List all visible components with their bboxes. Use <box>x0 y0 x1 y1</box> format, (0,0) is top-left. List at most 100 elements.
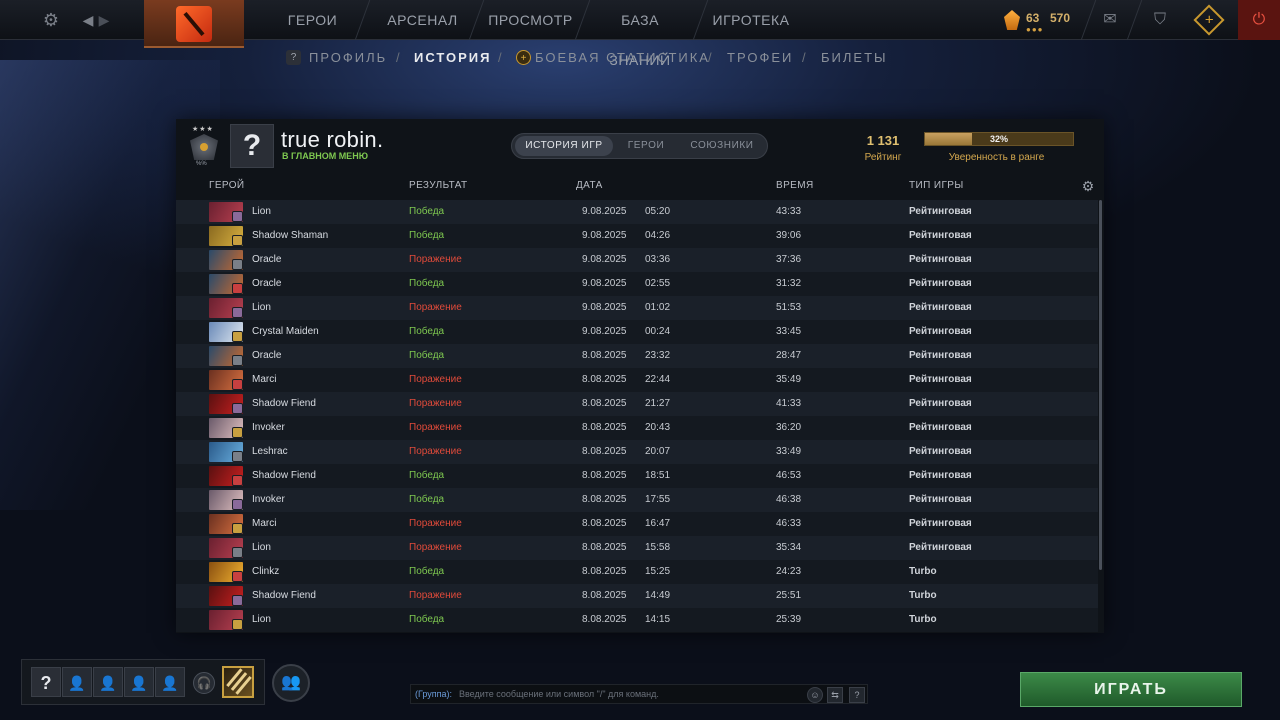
tab-tickets[interactable]: БИЛЕТЫ <box>821 50 888 65</box>
power-button[interactable]: ⏻ <box>1238 0 1280 40</box>
table-row[interactable]: Lion Поражение 9.08.2025 01:02 51:53 Рейтинго… <box>176 296 1098 320</box>
match-result: Поражение <box>409 422 462 433</box>
nav-learn[interactable]: БАЗА ЗНАНИЙ <box>592 0 688 68</box>
table-row[interactable]: Lion Поражение 8.08.2025 15:58 35:34 Рейтинго… <box>176 536 1098 560</box>
match-duration: 46:38 <box>776 494 802 505</box>
match-result: Победа <box>409 206 445 217</box>
match-result: Победа <box>409 278 445 289</box>
party-slot-empty[interactable]: 👤 <box>155 667 185 697</box>
match-history-panel: ★★★ %% ? true robin. В ГЛАВНОМ МЕНЮ ИСТО… <box>176 119 1104 633</box>
game-type: Рейтинговая <box>909 302 972 313</box>
hero-name: Shadow Fiend <box>252 590 316 601</box>
table-row[interactable]: Oracle Победа 9.08.2025 02:55 31:32 Рейтингов… <box>176 272 1098 296</box>
game-type: Рейтинговая <box>909 350 972 361</box>
table-row[interactable]: Clinkz Победа 8.08.2025 15:25 24:23 Turbo <box>176 560 1098 584</box>
game-type: Рейтинговая <box>909 374 972 385</box>
column-result[interactable]: РЕЗУЛЬТАТ <box>409 180 468 191</box>
hero-name: Marci <box>252 374 277 385</box>
nav-arsenal[interactable]: АРСЕНАЛ <box>380 0 465 40</box>
match-date: 9.08.2025 <box>582 254 627 265</box>
match-duration: 51:53 <box>776 302 802 313</box>
chat-wheel-icon[interactable]: ⇆ <box>827 687 843 703</box>
nav-arcade[interactable]: ИГРОТЕКА <box>712 0 790 40</box>
table-row[interactable]: Lion Победа 9.08.2025 05:20 43:33 Рейтинговая <box>176 200 1098 224</box>
emoticon-icon[interactable]: ☺ <box>807 687 823 703</box>
match-time: 02:55 <box>645 278 671 289</box>
friends-icon[interactable]: 👥 <box>272 664 310 702</box>
player-name: true robin. <box>281 127 384 152</box>
table-row[interactable]: Oracle Победа 8.08.2025 23:32 28:47 Рейтингов… <box>176 344 1098 368</box>
table-row[interactable]: Lion Победа 8.08.2025 14:15 25:39 Turbo <box>176 608 1098 632</box>
table-row[interactable]: Invoker Поражение 8.08.2025 20:43 36:20 Рейти… <box>176 416 1098 440</box>
hero-portrait <box>209 202 243 222</box>
party-slot-empty[interactable]: 👤 <box>93 667 123 697</box>
table-row[interactable]: Crystal Maiden Победа 9.08.2025 00:24 33:45 Р… <box>176 320 1098 344</box>
match-time: 03:36 <box>645 254 671 265</box>
medal-rank: %% <box>196 161 207 167</box>
guild-emblem-icon[interactable] <box>222 666 254 698</box>
headset-icon[interactable]: 🎧 <box>193 672 215 694</box>
currency-b: 570 <box>1050 11 1071 25</box>
role-badge-icon <box>232 211 243 222</box>
chat-help-button[interactable]: ? <box>849 687 865 703</box>
party-slot-me[interactable]: ? <box>31 667 61 697</box>
table-row[interactable]: Marci Поражение 8.08.2025 16:47 46:33 Рейтинг… <box>176 512 1098 536</box>
hero-name: Lion <box>252 302 271 313</box>
subnav-slash: / <box>802 50 806 65</box>
column-game-type[interactable]: ТИП ИГРЫ <box>909 180 964 191</box>
table-row[interactable]: Shadow Fiend Поражение 8.08.2025 21:27 41:33… <box>176 392 1098 416</box>
game-type: Рейтинговая <box>909 230 972 241</box>
scrollbar[interactable] <box>1099 200 1102 570</box>
column-hero[interactable]: ГЕРОЙ <box>209 180 245 191</box>
role-badge-icon <box>232 547 243 558</box>
chat-channel[interactable]: (Группа): <box>415 689 452 699</box>
match-duration: 33:49 <box>776 446 802 457</box>
table-row[interactable]: Oracle Поражение 9.08.2025 03:36 37:36 Рейтин… <box>176 248 1098 272</box>
rank-confidence-text: 32% <box>989 134 1008 144</box>
table-row[interactable]: Shadow Fiend Поражение 8.08.2025 14:49 25:51… <box>176 584 1098 608</box>
match-date: 9.08.2025 <box>582 302 627 313</box>
table-row[interactable]: Shadow Shaman Победа 9.08.2025 04:26 39:06 Ре… <box>176 224 1098 248</box>
gear-icon[interactable]: ⚙ <box>39 8 63 32</box>
party-slot-empty[interactable]: 👤 <box>124 667 154 697</box>
match-time: 05:20 <box>645 206 671 217</box>
rank-medal[interactable]: ★★★ %% <box>186 125 222 169</box>
dota-logo-button[interactable] <box>144 0 244 48</box>
column-date[interactable]: ДАТА <box>576 180 603 191</box>
nav-heroes[interactable]: ГЕРОИ <box>270 0 355 40</box>
tab-profile[interactable]: ПРОФИЛЬ <box>309 50 387 65</box>
subnav-slash: / <box>708 50 712 65</box>
tab-battle-stats[interactable]: БОЕВАЯ СТАТИСТИКА <box>535 50 710 65</box>
hero-name: Oracle <box>252 254 282 265</box>
match-time: 23:32 <box>645 350 671 361</box>
tab-match-history[interactable]: ИСТОРИЯ ИГР <box>515 136 613 156</box>
role-badge-icon <box>232 619 243 630</box>
chat-input[interactable]: (Группа): Введите сообщение или символ "… <box>410 684 868 704</box>
hero-portrait <box>209 346 243 366</box>
table-row[interactable]: Leshrac Поражение 8.08.2025 20:07 33:49 Рейти… <box>176 440 1098 464</box>
role-badge-icon <box>232 259 243 270</box>
hero-portrait <box>209 274 243 294</box>
hero-portrait <box>209 250 243 270</box>
hero-name: Oracle <box>252 278 282 289</box>
tab-allies[interactable]: СОЮЗНИКИ <box>679 136 765 156</box>
gear-icon[interactable]: ⚙ <box>1080 178 1096 194</box>
table-row[interactable]: Shadow Fiend Победа 8.08.2025 18:51 46:53 Рей… <box>176 464 1098 488</box>
forward-arrow-icon[interactable]: ▶ <box>92 8 116 32</box>
rank-confidence-bar: 32% <box>924 132 1074 146</box>
game-type: Рейтинговая <box>909 494 972 505</box>
hero-name: Lion <box>252 206 271 217</box>
column-duration[interactable]: ВРЕМЯ <box>776 180 814 191</box>
tab-trophies[interactable]: ТРОФЕИ <box>727 50 793 65</box>
nav-watch[interactable]: ПРОСМОТР <box>488 0 573 40</box>
table-row[interactable]: Invoker Победа 8.08.2025 17:55 46:38 Рейтинго… <box>176 488 1098 512</box>
plus-icon[interactable]: + <box>1193 4 1225 36</box>
avatar[interactable]: ? <box>230 124 274 168</box>
mail-icon[interactable]: ✉ <box>1098 8 1122 32</box>
play-button[interactable]: ИГРАТЬ <box>1020 672 1242 707</box>
armory-icon[interactable]: ⛉ <box>1148 8 1172 32</box>
tab-heroes[interactable]: ГЕРОИ <box>615 136 677 156</box>
table-row[interactable]: Marci Поражение 8.08.2025 22:44 35:49 Рейтинг… <box>176 368 1098 392</box>
party-slot-empty[interactable]: 👤 <box>62 667 92 697</box>
tab-history[interactable]: ИСТОРИЯ <box>414 50 492 65</box>
